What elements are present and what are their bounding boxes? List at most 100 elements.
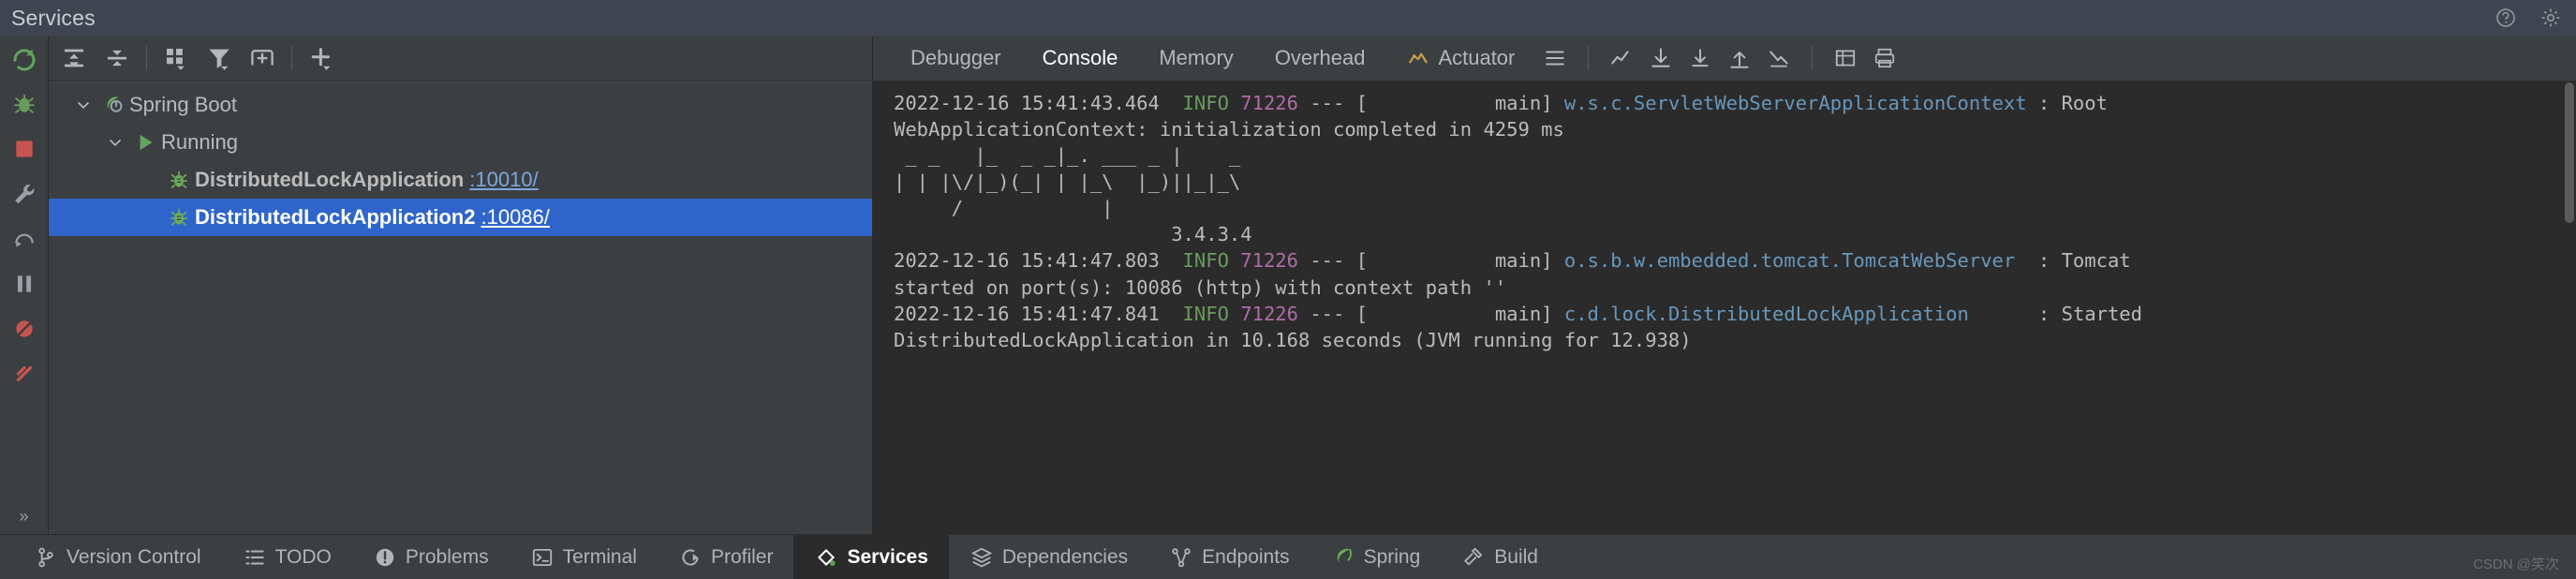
download-icon[interactable] [1641, 39, 1680, 77]
bottom-tab-terminal[interactable]: Terminal [510, 535, 658, 579]
bottom-tab-label: Profiler [710, 545, 774, 568]
bottom-tab-label: Problems [405, 545, 489, 568]
watermark-text: CSDN @笑次 [2473, 557, 2559, 572]
log-segment: --- [ main] [1298, 249, 1564, 273]
bottom-tab-problems[interactable]: Problems [352, 535, 510, 579]
log-line-3: 2022-12-16 15:41:47.803 INFO 71226 --- [… [873, 247, 2576, 274]
collapse-all-button[interactable] [96, 39, 139, 77]
help-icon[interactable] [2494, 6, 2518, 30]
console-lines: 2022-12-16 15:41:43.464 INFO 71226 --- [… [873, 90, 2576, 353]
log-segment: / | [894, 197, 1264, 220]
download-alt-icon[interactable] [1680, 39, 1720, 77]
log-segment: 2022-12-16 15:41:43.464 [894, 92, 1172, 114]
log-segment: INFO [1171, 302, 1241, 325]
add-service-button[interactable] [300, 39, 343, 77]
services-body: » Spring Boot Running DistributedLockApp… [0, 36, 2576, 534]
tab-actuator[interactable]: Actuator [1385, 36, 1535, 81]
banner-version: 3.4.3.4 [873, 221, 2576, 247]
trend-down-icon[interactable] [1759, 39, 1799, 77]
bottom-tab-label: Dependencies [1001, 545, 1129, 568]
mute-breakpoints-icon[interactable] [8, 313, 40, 345]
service-distributedlockapplication2[interactable]: DistributedLockApplication2:10086/ [49, 199, 872, 236]
services-tool-window: Services » Spring Boot Running Distribut… [0, 0, 2576, 579]
service-distributedlockapplication[interactable]: DistributedLockApplication:10010/ [49, 161, 872, 199]
bottom-tab-todo[interactable]: TODO [222, 535, 352, 579]
services-tree[interactable]: Spring Boot Running DistributedLockApplica… [49, 81, 872, 534]
page-title: Services [11, 5, 96, 30]
log-segment[interactable]: w.s.c.ServletWebServerApplicationContext [1564, 92, 2027, 114]
print-icon[interactable] [1865, 39, 1904, 77]
debug-bug-icon [163, 168, 195, 192]
bottom-tab-version-control[interactable]: Version Control [13, 535, 222, 579]
console-output[interactable]: 2022-12-16 15:41:43.464 INFO 71226 --- [… [873, 81, 2576, 534]
tab-label: Console [1042, 46, 1118, 69]
tab-label: Actuator [1438, 46, 1516, 69]
rail-overflow-button[interactable]: » [19, 507, 28, 527]
bottom-tab-label: Spring [1363, 545, 1421, 568]
terminal-icon [530, 545, 555, 570]
console-scrollbar-thumb[interactable] [2565, 82, 2574, 223]
tree-node-label: DistributedLockApplication [195, 168, 465, 191]
tree-node-label: DistributedLockApplication2 [195, 205, 476, 229]
step-over-icon[interactable] [8, 223, 40, 255]
settings-gear-icon[interactable] [2539, 6, 2563, 30]
bottom-tab-label: Services [847, 545, 928, 568]
bottom-tab-spring[interactable]: Spring [1310, 535, 1442, 579]
log-segment[interactable]: c.d.lock.DistributedLockApplication [1564, 303, 1969, 325]
service-port-link[interactable]: :10010/ [469, 168, 538, 192]
rerun-icon[interactable] [8, 43, 40, 75]
bottom-tool-window-bar: Version Control TODO Problems Terminal Profi… [0, 534, 2576, 579]
log-segment: 2022-12-16 15:41:47.841 [894, 302, 1172, 325]
tab-memory[interactable]: Memory [1138, 36, 1253, 81]
bottom-tab-label: TODO [274, 545, 332, 568]
view-breakpoints-icon[interactable] [8, 358, 40, 390]
bottom-tab-label: Build [1494, 545, 1538, 568]
expand-all-button[interactable] [52, 39, 96, 77]
bottom-tab-build[interactable]: Build [1441, 535, 1559, 579]
table-icon[interactable] [1826, 39, 1865, 77]
log-segment: DistributedLockApplication in 10.168 sec… [894, 328, 1692, 351]
chevron-down-icon[interactable] [101, 133, 129, 152]
tree-node-label: Running [161, 130, 238, 154]
log-segment: 71226 [1240, 302, 1298, 325]
bottom-tab-endpoints[interactable]: Endpoints [1148, 535, 1310, 579]
log-segment: _ _ |_ _ _|_. ___ _ | _ [894, 144, 1252, 168]
log-segment: : Started [1968, 302, 2142, 325]
bottom-tab-profiler[interactable]: Profiler [658, 535, 794, 579]
console-toolbar-separator-2 [1812, 46, 1814, 70]
chart-up-icon[interactable] [1602, 39, 1641, 77]
log-line-5: 2022-12-16 15:41:47.841 INFO 71226 --- [… [873, 301, 2576, 327]
title-bar: Services [0, 0, 2576, 36]
spring-boot-group[interactable]: Spring Boot [49, 86, 872, 124]
actuator-icon [1406, 46, 1430, 70]
upload-icon[interactable] [1720, 39, 1759, 77]
debug-icon[interactable] [8, 88, 40, 120]
toolbar-separator-2 [291, 45, 292, 70]
service-port-link[interactable]: :10086/ [481, 205, 549, 230]
add-tab-button[interactable] [241, 39, 284, 77]
log-segment: --- [ main] [1298, 92, 1564, 114]
bottom-tab-services[interactable]: Services [793, 534, 949, 579]
filter-button[interactable] [198, 39, 241, 77]
menu-lines-icon[interactable] [1535, 39, 1575, 77]
console-scrollbar[interactable] [2563, 81, 2576, 534]
bottom-tab-dependencies[interactable]: Dependencies [949, 535, 1148, 579]
log-segment: : Tomcat [2015, 249, 2131, 273]
bottom-tab-label: Terminal [562, 545, 637, 568]
log-segment: INFO [1171, 92, 1241, 114]
log-segment: INFO [1171, 249, 1241, 273]
console-tab-list: Debugger Console Memory Overhead Actuator [890, 36, 1535, 81]
tab-debugger[interactable]: Debugger [890, 36, 1022, 81]
pause-icon[interactable] [8, 268, 40, 300]
running-group[interactable]: Running [49, 124, 872, 161]
tab-console[interactable]: Console [1022, 36, 1139, 81]
list-icon [243, 545, 267, 570]
tab-overhead[interactable]: Overhead [1254, 36, 1386, 81]
chevron-down-icon[interactable] [69, 96, 97, 114]
services-tree-panel: Spring Boot Running DistributedLockApplica… [49, 36, 873, 534]
endpoints-icon [1169, 545, 1193, 570]
stop-icon[interactable] [8, 133, 40, 165]
group-by-button[interactable] [155, 39, 198, 77]
settings-wrench-icon[interactable] [8, 178, 40, 210]
log-segment[interactable]: o.s.b.w.embedded.tomcat.TomcatWebServer [1564, 249, 2015, 272]
